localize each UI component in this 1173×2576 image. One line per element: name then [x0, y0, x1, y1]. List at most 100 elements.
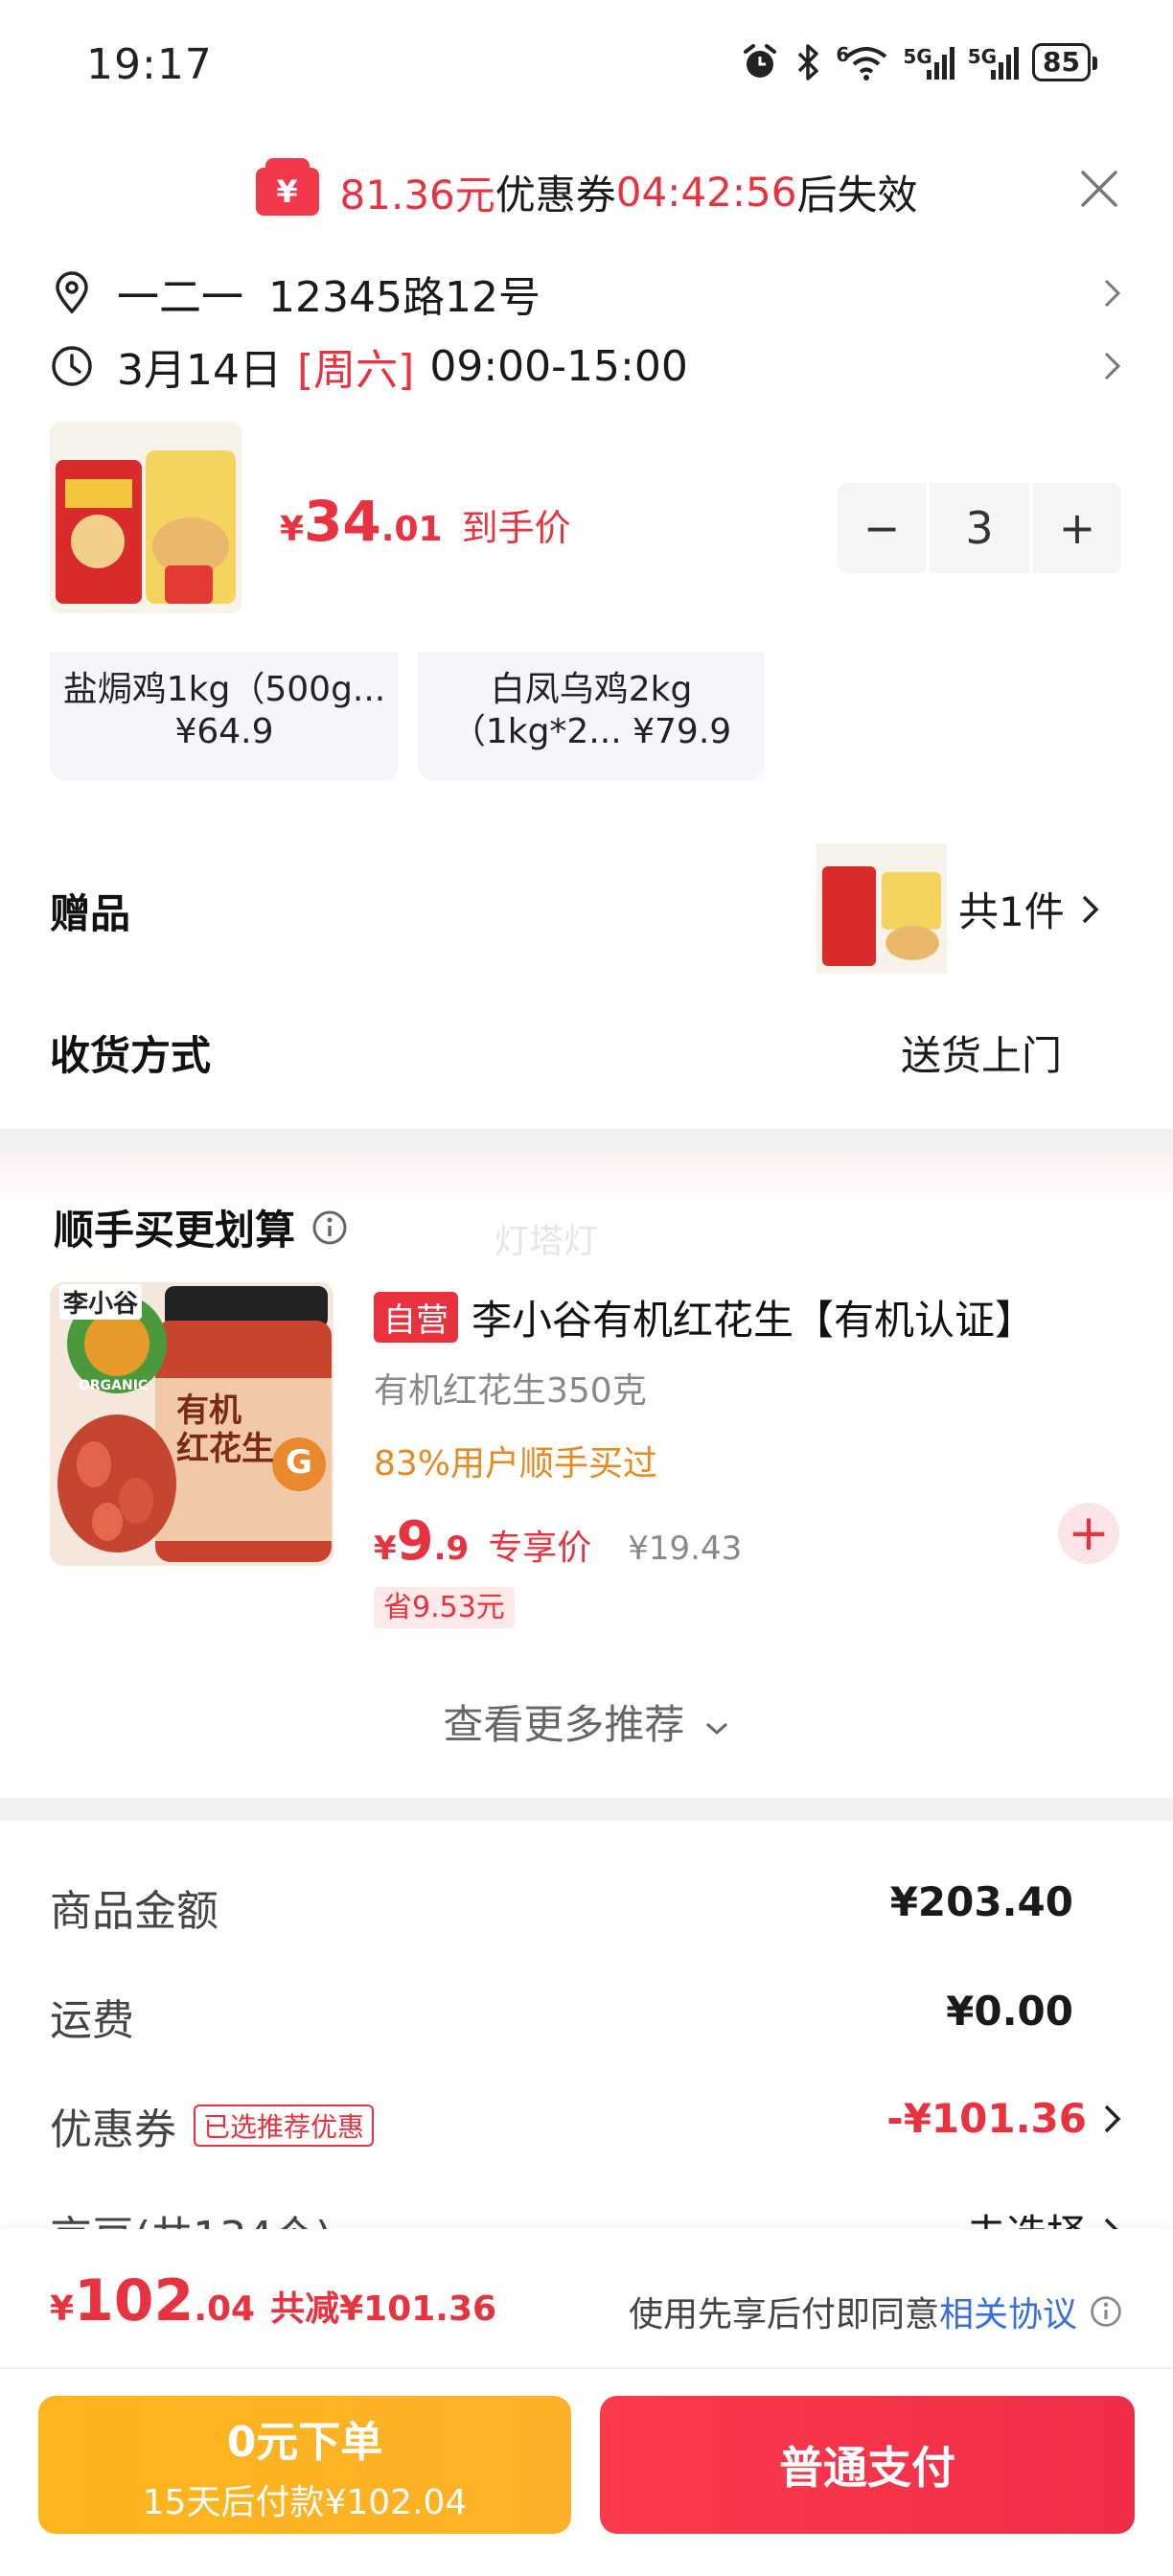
battery-icon: 85 [1032, 43, 1097, 81]
alternative-price: ¥64.9 [174, 712, 274, 751]
bluetooth-icon [798, 44, 819, 80]
price-label: 到手价 [461, 507, 571, 549]
coupon-row-label: 优惠券 已选推荐优惠 [50, 2095, 375, 2156]
address-name: 一二一 [117, 273, 243, 322]
decrease-button[interactable]: − [838, 483, 926, 573]
image-organic-text: ORGANIC [79, 1378, 149, 1393]
price-currency: ¥ [280, 510, 305, 549]
rec-price-label: 专享价 [488, 1529, 592, 1568]
zero-order-title: 0元下单 [226, 2418, 383, 2467]
recommend-spec: 有机红花生350克 [374, 1371, 647, 1411]
coupon-expiry-banner: ¥ 81.36元 优惠券 04:42:56 后失效 [0, 158, 1173, 222]
section-divider [0, 1798, 1173, 1821]
total-dec: .04 [194, 2289, 256, 2329]
self-operated-tag: 自营 [374, 1292, 458, 1343]
recommend-social: 83%用户顺手买过 [374, 1444, 658, 1484]
price-decimal: .01 [380, 510, 443, 549]
recommended-coupon-tag: 已选推荐优惠 [194, 2104, 375, 2147]
total-price: ¥ 102 .04 共减¥101.36 [50, 2267, 496, 2334]
bar-divider [0, 2367, 1173, 2369]
alternative-card[interactable]: 白凤乌鸡2kg （1kg*2... ¥79.9 [418, 652, 765, 780]
chevron-right-icon [1104, 279, 1121, 308]
coupon-suffix: 后失效 [796, 171, 918, 218]
rec-price-dec: .9 [433, 1530, 470, 1568]
red-envelope-icon: ¥ [255, 158, 319, 216]
chevron-right-icon [1104, 2104, 1121, 2132]
wifi-indicator: 6 [836, 43, 889, 81]
wifi-icon [846, 47, 887, 80]
signal-bars-icon [926, 45, 954, 80]
info-icon[interactable] [1089, 2294, 1123, 2329]
recommend-product-image[interactable]: 李小谷 有机 红花生 G ORGANIC [50, 1282, 334, 1566]
status-icons: 6 5G 5G 85 [740, 42, 1097, 82]
zero-yuan-order-button[interactable]: 0元下单 15天后付款¥102.04 [38, 2396, 571, 2534]
rec-price-int: 9 [396, 1510, 434, 1573]
gift-thumbnail[interactable] [816, 843, 947, 974]
recommend-title: 顺手买更划算 [54, 1207, 296, 1254]
address-row[interactable]: 一二一 12345路12号 [50, 264, 1123, 322]
location-pin-icon [56, 271, 88, 314]
alternative-title: 盐焗鸡1kg（500g... [62, 670, 386, 709]
coupon-row-value[interactable]: -¥101.36 [886, 2095, 1123, 2142]
gift-image [816, 843, 947, 974]
total-int: 102 [74, 2267, 195, 2334]
status-time: 19:17 [86, 40, 213, 89]
rec-orig-price: ¥19.43 [628, 1530, 743, 1568]
close-icon[interactable] [1075, 165, 1123, 213]
image-brand-text: 李小谷 [59, 1284, 143, 1320]
goods-amount-label: 商品金额 [50, 1887, 218, 1936]
gift-count: 共1件 [958, 888, 1065, 935]
recommend-name: 李小谷有机红花生【有机认证】 [472, 1297, 1036, 1344]
rec-currency: ¥ [374, 1530, 397, 1568]
gift-label: 赠品 [50, 890, 131, 937]
info-icon[interactable] [310, 1208, 349, 1247]
coupon-label: 优惠券 [494, 171, 616, 218]
delivery-range: 09:00-15:00 [429, 341, 688, 391]
alternative-title: 白凤乌鸡2kg [490, 670, 693, 709]
increase-button[interactable]: + [1033, 483, 1121, 573]
image-letter: G [286, 1443, 312, 1482]
coupon-amount: 81.36元 [339, 171, 495, 218]
gift-count-link[interactable]: 共1件 [958, 880, 1101, 938]
alarm-icon [744, 44, 777, 78]
save-badge: 省9.53元 [374, 1587, 515, 1628]
recommend-header: 顺手买更划算 [54, 1198, 349, 1256]
agreement-text: 使用先享后付即同意 [628, 2295, 939, 2334]
agreement-link[interactable]: 相关协议 [939, 2287, 1077, 2336]
agreement-row: 使用先享后付即同意 相关协议 [629, 2287, 1123, 2336]
total-currency: ¥ [50, 2289, 75, 2329]
address-street: 12345路12号 [268, 273, 540, 322]
alternative-card[interactable]: 盐焗鸡1kg（500g... ¥64.9 [50, 652, 399, 780]
price-integer: 34 [304, 489, 381, 554]
see-more-label: 查看更多推荐 [443, 1701, 685, 1748]
signal-2: 5G [968, 45, 1020, 80]
section-divider [0, 1129, 1173, 1152]
delivery-weekday: [周六] [296, 346, 415, 395]
recommend-name-row[interactable]: 自营 李小谷有机红花生【有机认证】 [374, 1288, 1035, 1346]
freight-label: 运费 [50, 1996, 134, 2045]
product-thumbnail[interactable] [50, 422, 242, 613]
chevron-right-icon [1082, 895, 1099, 923]
product-price: ¥ 34 .01 到手价 [280, 489, 571, 554]
freight-value: ¥0.00 [946, 1988, 1073, 2035]
watermark: 灯塔灯 [494, 1222, 599, 1261]
coupon-label: 优惠券 [50, 2105, 176, 2154]
signal-bars-icon [991, 45, 1020, 80]
see-more-button[interactable]: 查看更多推荐 [0, 1692, 1173, 1751]
shipping-label: 收货方式 [50, 1032, 212, 1079]
shipping-value[interactable]: 送货上门 [901, 1024, 1062, 1082]
clock-icon [52, 346, 92, 386]
signal-1: 5G [903, 45, 954, 80]
delivery-date: 3月14日 [117, 346, 282, 395]
coupon-value: -¥101.36 [886, 2095, 1087, 2142]
coupon-countdown: 04:42:56 [615, 168, 797, 216]
recommend-price: ¥ 9 .9 专享价 ¥19.43 [374, 1510, 742, 1573]
add-to-order-button[interactable]: + [1058, 1503, 1119, 1564]
delivery-time-row[interactable]: 3月14日 [周六] 09:00-15:00 [50, 337, 1123, 395]
total-saved: 共减¥101.36 [270, 2289, 497, 2329]
alternative-price: （1kg*2... ¥79.9 [450, 712, 732, 751]
goods-amount-value: ¥203.40 [889, 1878, 1073, 1925]
normal-pay-button[interactable]: 普通支付 [600, 2396, 1135, 2534]
quantity-value[interactable]: 3 [930, 483, 1029, 573]
chevron-down-icon [705, 1722, 727, 1736]
